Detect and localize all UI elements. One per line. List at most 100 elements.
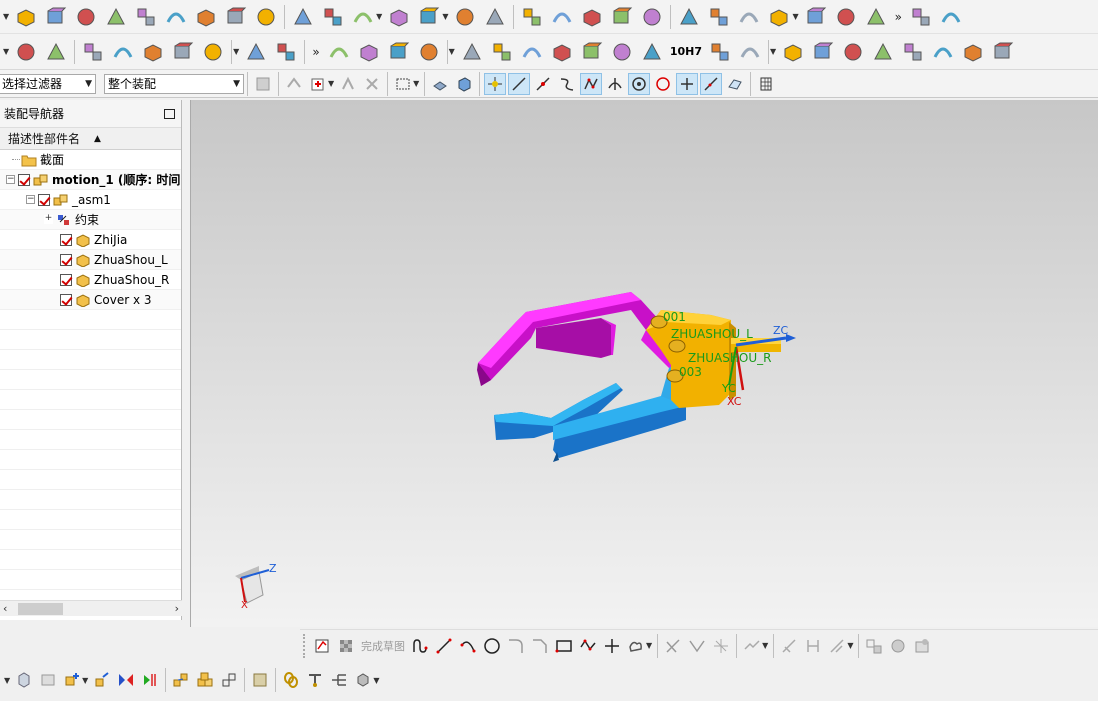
- tree-item-motion[interactable]: − motion_1 (顺序: 时间: [0, 170, 181, 190]
- snap-point-icon[interactable]: [676, 72, 699, 95]
- rect-select-icon[interactable]: [392, 73, 414, 95]
- note-icon[interactable]: [80, 39, 106, 65]
- product-interface-icon[interactable]: [249, 669, 271, 691]
- grid-icon[interactable]: [755, 73, 777, 95]
- select-body-icon[interactable]: [361, 73, 383, 95]
- sketch-icon[interactable]: [311, 635, 333, 657]
- select-feature-icon[interactable]: [283, 73, 305, 95]
- scroll-thumb[interactable]: [18, 603, 63, 615]
- project-icon[interactable]: [900, 39, 926, 65]
- draft-icon[interactable]: [609, 4, 635, 30]
- grid-constraint-icon[interactable]: [519, 39, 545, 65]
- rectangle-icon[interactable]: [553, 635, 575, 657]
- edge-blend-icon[interactable]: [133, 4, 159, 30]
- sketch-settings-icon[interactable]: [911, 635, 933, 657]
- brush-icon[interactable]: [609, 39, 635, 65]
- mirror-curve-icon[interactable]: [741, 635, 763, 657]
- filter-settings-icon[interactable]: [252, 73, 274, 95]
- assembly-constraint-icon[interactable]: [170, 39, 196, 65]
- tree-item-zhuashou-l[interactable]: ZhuaShou_L: [0, 250, 181, 270]
- polyline-icon[interactable]: [840, 39, 866, 65]
- visibility-checkbox[interactable]: [60, 233, 72, 246]
- snap-control-icon[interactable]: [580, 72, 603, 95]
- shell-body-icon[interactable]: [639, 4, 665, 30]
- tree-item-zhuashou-r[interactable]: ZhuaShou_R: [0, 270, 181, 290]
- surface-icon[interactable]: [736, 4, 762, 30]
- studio-icon[interactable]: [863, 4, 889, 30]
- block-icon[interactable]: [73, 4, 99, 30]
- pattern-icon[interactable]: [223, 4, 249, 30]
- select-snap-icon[interactable]: [307, 73, 329, 95]
- joint-icon[interactable]: [549, 39, 575, 65]
- solver-icon[interactable]: [352, 669, 374, 691]
- feature-icon[interactable]: [350, 4, 376, 30]
- scale-icon[interactable]: [676, 4, 702, 30]
- bridge-icon[interactable]: [990, 39, 1016, 65]
- snap-center-icon[interactable]: [628, 72, 651, 95]
- load-component-icon[interactable]: [37, 669, 59, 691]
- scroll-left-icon[interactable]: ‹: [3, 602, 7, 615]
- assembly-add-icon[interactable]: [110, 39, 136, 65]
- model-canvas[interactable]: 001 ZHUASHOU_L ZHUASHOU_R 003 ZC YC XC Z…: [191, 100, 1098, 627]
- washer-icon[interactable]: [386, 39, 412, 65]
- shell-icon[interactable]: [43, 4, 69, 30]
- dimension-icon[interactable]: [802, 635, 824, 657]
- spring-icon[interactable]: [356, 39, 382, 65]
- display-constraints-icon[interactable]: [863, 635, 885, 657]
- visibility-checkbox[interactable]: [60, 253, 72, 266]
- arc-icon[interactable]: [457, 635, 479, 657]
- mirror-icon[interactable]: [706, 4, 732, 30]
- mirror-assembly-icon[interactable]: [115, 669, 137, 691]
- finish-sketch-label[interactable]: 完成草图: [361, 638, 405, 654]
- select-solid-icon[interactable]: [453, 73, 475, 95]
- quick-trim-icon[interactable]: [662, 635, 684, 657]
- line-icon[interactable]: [433, 635, 455, 657]
- through-curves-icon[interactable]: [833, 4, 859, 30]
- link-icon[interactable]: [280, 669, 302, 691]
- relations-icon[interactable]: [887, 635, 909, 657]
- styled-icon[interactable]: [908, 4, 934, 30]
- expand-icon[interactable]: +: [44, 214, 53, 224]
- tree-item-asm1[interactable]: − _asm1: [0, 190, 181, 210]
- navigator-column-header[interactable]: 描述性部件名 ▲: [0, 128, 181, 150]
- snap-midpoint-icon[interactable]: [532, 73, 554, 95]
- sheet-icon[interactable]: [579, 39, 605, 65]
- sweep-icon[interactable]: [416, 4, 442, 30]
- abc-component-icon[interactable]: [200, 39, 226, 65]
- collapse-icon[interactable]: −: [6, 175, 15, 184]
- part-icon[interactable]: [13, 4, 39, 30]
- point-icon[interactable]: [601, 635, 623, 657]
- snap-intersection-icon[interactable]: [604, 73, 626, 95]
- selection-filter-select[interactable]: 选择过滤器 ▼: [0, 73, 96, 94]
- bearing-icon[interactable]: [416, 39, 442, 65]
- arc-icon[interactable]: [810, 39, 836, 65]
- stack-icon[interactable]: [43, 39, 69, 65]
- quick-extend-icon[interactable]: [686, 635, 708, 657]
- snap-face-icon[interactable]: [724, 73, 746, 95]
- finish-sketch-icon[interactable]: [335, 635, 357, 657]
- make-corner-icon[interactable]: [710, 635, 732, 657]
- snap-on-curve-icon[interactable]: [700, 72, 723, 95]
- toolbar-overflow-button[interactable]: »: [895, 10, 902, 24]
- close-icon[interactable]: [938, 4, 964, 30]
- assembly-constraint-icon[interactable]: [139, 669, 161, 691]
- chamfer-icon[interactable]: [163, 4, 189, 30]
- tree-item-zhijia[interactable]: ZhiJia: [0, 230, 181, 250]
- assembly-cubes-2-icon[interactable]: [737, 39, 763, 65]
- triangle-icon[interactable]: [459, 39, 485, 65]
- offset-curve-icon[interactable]: [960, 39, 986, 65]
- view-triad[interactable]: Z X: [235, 562, 277, 611]
- chamfer-icon[interactable]: [529, 635, 551, 657]
- fillet-icon[interactable]: [505, 635, 527, 657]
- extrude-icon[interactable]: [193, 4, 219, 30]
- sequence-icon[interactable]: [194, 669, 216, 691]
- deform-icon[interactable]: [273, 39, 299, 65]
- scroll-right-icon[interactable]: ›: [175, 602, 179, 615]
- mesh-icon[interactable]: [766, 4, 792, 30]
- profile-icon[interactable]: [409, 635, 431, 657]
- sketch-icon[interactable]: [320, 4, 346, 30]
- body-icon[interactable]: [386, 4, 412, 30]
- heart-curve-icon[interactable]: [870, 39, 896, 65]
- toolbar-overflow-button[interactable]: »: [312, 45, 319, 59]
- boolean-icon[interactable]: [290, 4, 316, 30]
